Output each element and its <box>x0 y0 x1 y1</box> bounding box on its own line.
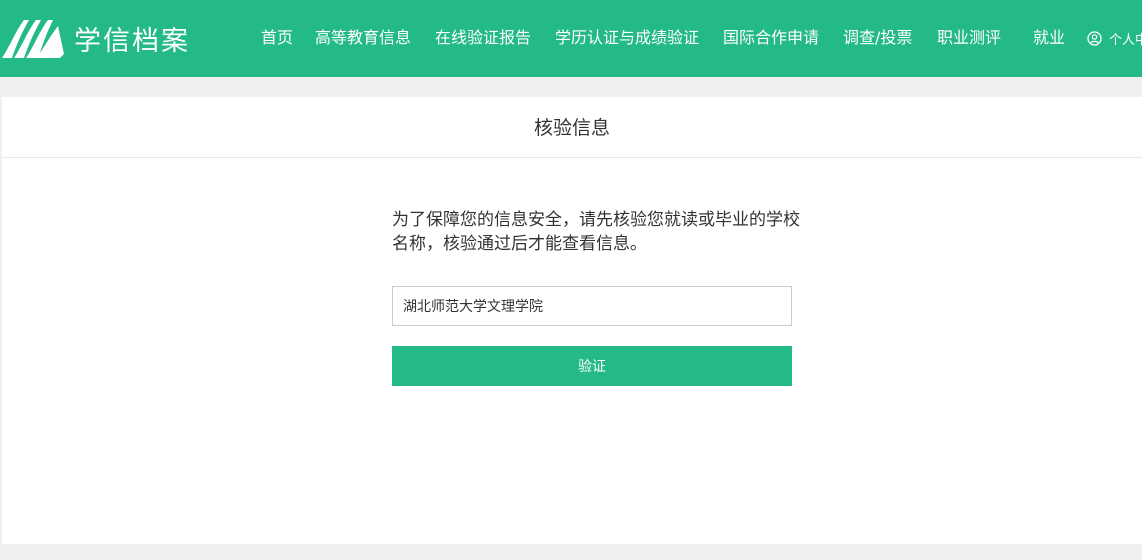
top-navbar: 学信档案 首页 高等教育信息 在线验证报告 学历认证与成绩验证 国际合作申请 调… <box>0 0 1142 77</box>
user-circle-icon <box>1087 30 1102 46</box>
book-pages-logo-icon <box>2 20 64 58</box>
nav-online-verification-report[interactable]: 在线验证报告 <box>435 26 531 50</box>
user-center-link[interactable]: 个人中心 <box>1087 26 1142 50</box>
logo-text: 学信档案 <box>74 25 190 57</box>
nav-career-assessment[interactable]: 职业测评 <box>937 26 1001 50</box>
nav-international-cooperation[interactable]: 国际合作申请 <box>723 26 819 50</box>
nav-survey-vote[interactable]: 调查/投票 <box>843 26 912 50</box>
security-notice: 为了保障您的信息安全，请先核验您就读或毕业的学校名称，核验通过后才能查看信息。 <box>392 210 800 254</box>
user-center-label: 个人中心 <box>1109 32 1142 48</box>
school-name-input[interactable] <box>392 286 792 326</box>
nav-home[interactable]: 首页 <box>261 26 293 50</box>
verify-card: 核验信息 为了保障您的信息安全，请先核验您就读或毕业的学校名称，核验通过后才能查… <box>2 97 1142 544</box>
nav-employment[interactable]: 就业 <box>1033 26 1065 50</box>
verify-button[interactable]: 验证 <box>392 346 792 386</box>
nav-degree-certification[interactable]: 学历认证与成绩验证 <box>555 26 699 50</box>
site-logo[interactable]: 学信档案 <box>2 16 190 60</box>
page-title: 核验信息 <box>2 97 1142 158</box>
nav-higher-education-info[interactable]: 高等教育信息 <box>315 26 411 50</box>
